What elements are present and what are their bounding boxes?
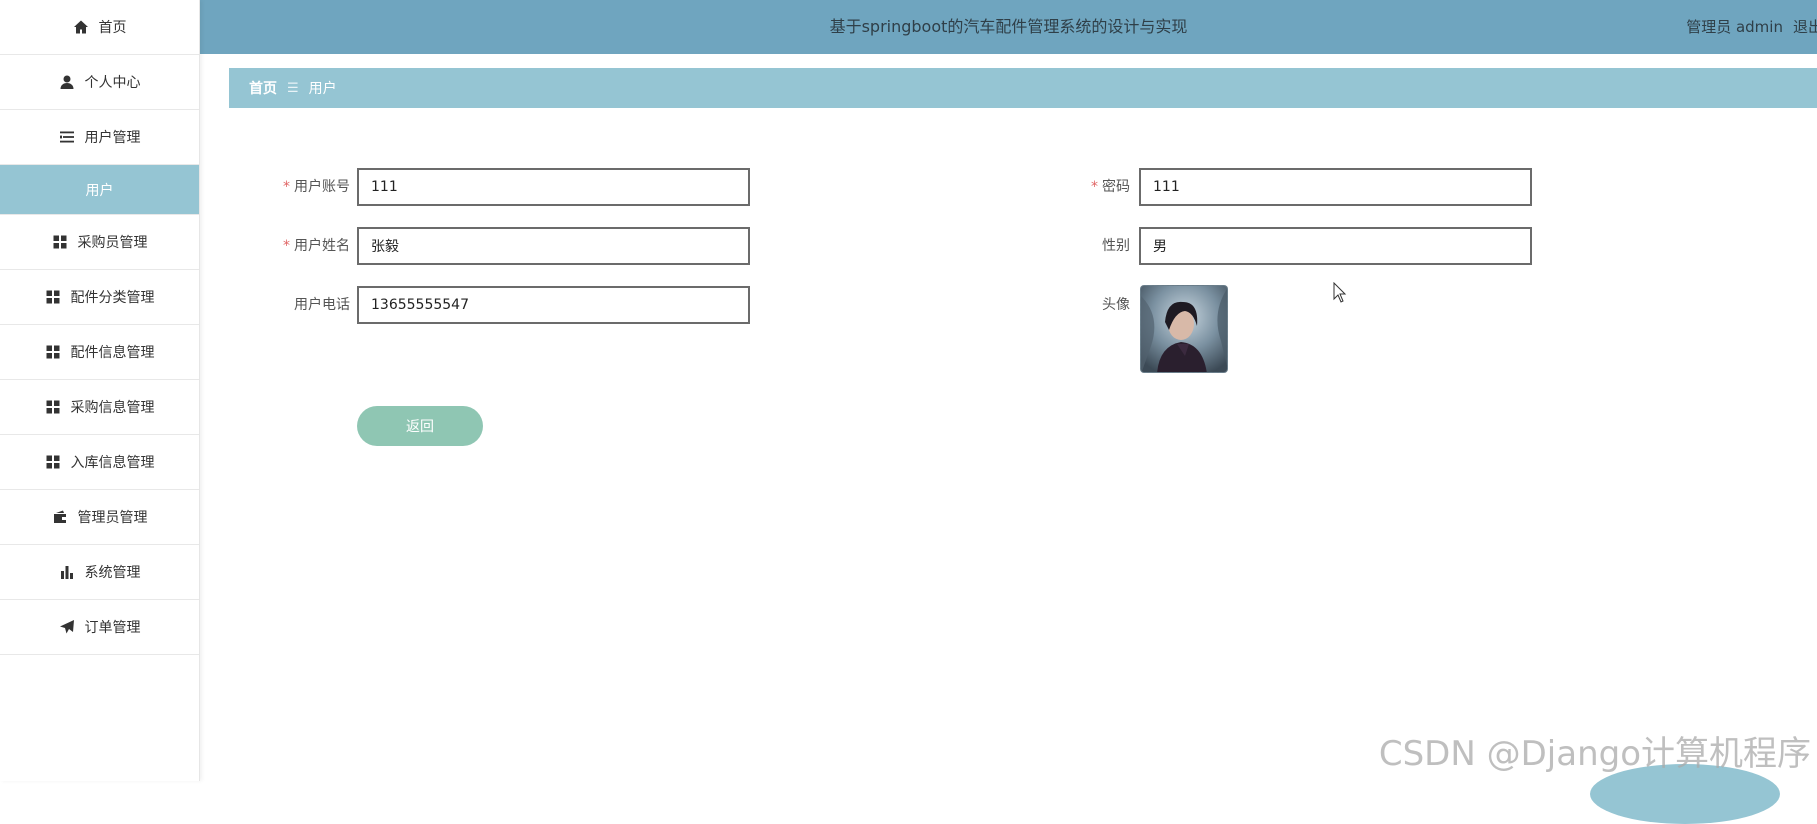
app-title: 基于springboot的汽车配件管理系统的设计与实现 — [829, 17, 1188, 36]
mouse-cursor-icon — [1333, 282, 1347, 303]
grid-icon — [45, 344, 61, 360]
list-icon — [59, 129, 75, 145]
sidebar-item-label: 个人中心 — [84, 75, 141, 91]
sidebar-item-user-management[interactable]: 用户管理 — [0, 110, 199, 165]
sidebar-item-label: 用户管理 — [84, 130, 141, 146]
watermark-text: CSDN @Django计算机程序 — [1378, 734, 1811, 774]
home-icon — [73, 19, 89, 35]
sidebar-item-home[interactable]: 首页 — [0, 0, 199, 55]
avatar-label: 头像 — [1010, 286, 1130, 324]
account-label: * 用户账号 — [230, 168, 350, 206]
password-field[interactable] — [1139, 168, 1532, 206]
sidebar-item-label: 首页 — [98, 20, 127, 36]
required-mark: * — [1091, 179, 1098, 195]
sidebar-item-personal-center[interactable]: 个人中心 — [0, 55, 199, 110]
password-label-text: 密码 — [1102, 179, 1130, 195]
phone-field[interactable] — [357, 286, 750, 324]
back-button[interactable]: 返回 — [357, 406, 483, 446]
sidebar-item-label: 入库信息管理 — [70, 455, 155, 471]
password-label: * 密码 — [1010, 168, 1130, 206]
gender-label-text: 性别 — [1102, 238, 1130, 254]
sidebar-item-inbound-info-management[interactable]: 入库信息管理 — [0, 435, 199, 490]
sidebar-item-order-management[interactable]: 订单管理 — [0, 600, 199, 655]
sidebar-subitem-user[interactable]: 用户 — [0, 165, 199, 215]
sidebar-item-label: 系统管理 — [84, 565, 141, 581]
sidebar-item-label: 用户 — [85, 182, 114, 199]
user-role-label: 管理员 admin — [1686, 18, 1783, 36]
sidebar-item-label: 采购信息管理 — [70, 400, 155, 416]
sidebar-item-label: 管理员管理 — [77, 510, 148, 526]
sidebar-item-purchaser-management[interactable]: 采购员管理 — [0, 215, 199, 270]
sidebar-item-part-category-management[interactable]: 配件分类管理 — [0, 270, 199, 325]
name-label: * 用户姓名 — [230, 227, 350, 265]
send-icon — [59, 619, 75, 635]
grid-icon — [45, 399, 61, 415]
breadcrumb-current: 用户 — [308, 81, 337, 97]
sidebar-item-label: 订单管理 — [84, 620, 141, 636]
bar-chart-icon — [59, 564, 75, 580]
account-field[interactable] — [357, 168, 750, 206]
sidebar-item-part-info-management[interactable]: 配件信息管理 — [0, 325, 199, 380]
account-label-text: 用户账号 — [294, 179, 350, 195]
phone-label: 用户电话 — [230, 286, 350, 324]
sidebar-item-label: 配件分类管理 — [70, 290, 155, 306]
breadcrumb-home[interactable]: 首页 — [249, 78, 277, 98]
required-mark: * — [283, 179, 290, 195]
grid-icon — [52, 234, 68, 250]
required-mark: * — [283, 238, 290, 254]
sidebar-item-label: 配件信息管理 — [70, 345, 155, 361]
name-field[interactable] — [357, 227, 750, 265]
header-bar: 基于springboot的汽车配件管理系统的设计与实现 管理员 admin 退出 — [200, 0, 1817, 54]
breadcrumb: 首页 ☰ 用户 — [229, 68, 1817, 108]
name-label-text: 用户姓名 — [294, 238, 350, 254]
breadcrumb-separator-icon: ☰ — [287, 80, 299, 96]
grid-icon — [45, 454, 61, 470]
avatar[interactable] — [1140, 285, 1228, 373]
gender-field[interactable] — [1139, 227, 1532, 265]
sidebar-item-admin-management[interactable]: 管理员管理 — [0, 490, 199, 545]
gender-label: 性别 — [1010, 227, 1130, 265]
grid-icon — [45, 289, 61, 305]
sidebar-item-label: 采购员管理 — [77, 235, 148, 251]
logout-link[interactable]: 退出 — [1793, 0, 1817, 54]
sidebar: 首页 个人中心 用户管理 用户 采购员管理 配件分类管理 配件信息管理 采购信息… — [0, 0, 200, 781]
wallet-icon — [52, 509, 68, 525]
person-icon — [59, 74, 75, 90]
sidebar-item-purchase-info-management[interactable]: 采购信息管理 — [0, 380, 199, 435]
sidebar-item-system-management[interactable]: 系统管理 — [0, 545, 199, 600]
phone-label-text: 用户电话 — [294, 297, 350, 313]
user-area: 管理员 admin 退出 — [1686, 0, 1817, 54]
avatar-label-text: 头像 — [1102, 297, 1130, 313]
